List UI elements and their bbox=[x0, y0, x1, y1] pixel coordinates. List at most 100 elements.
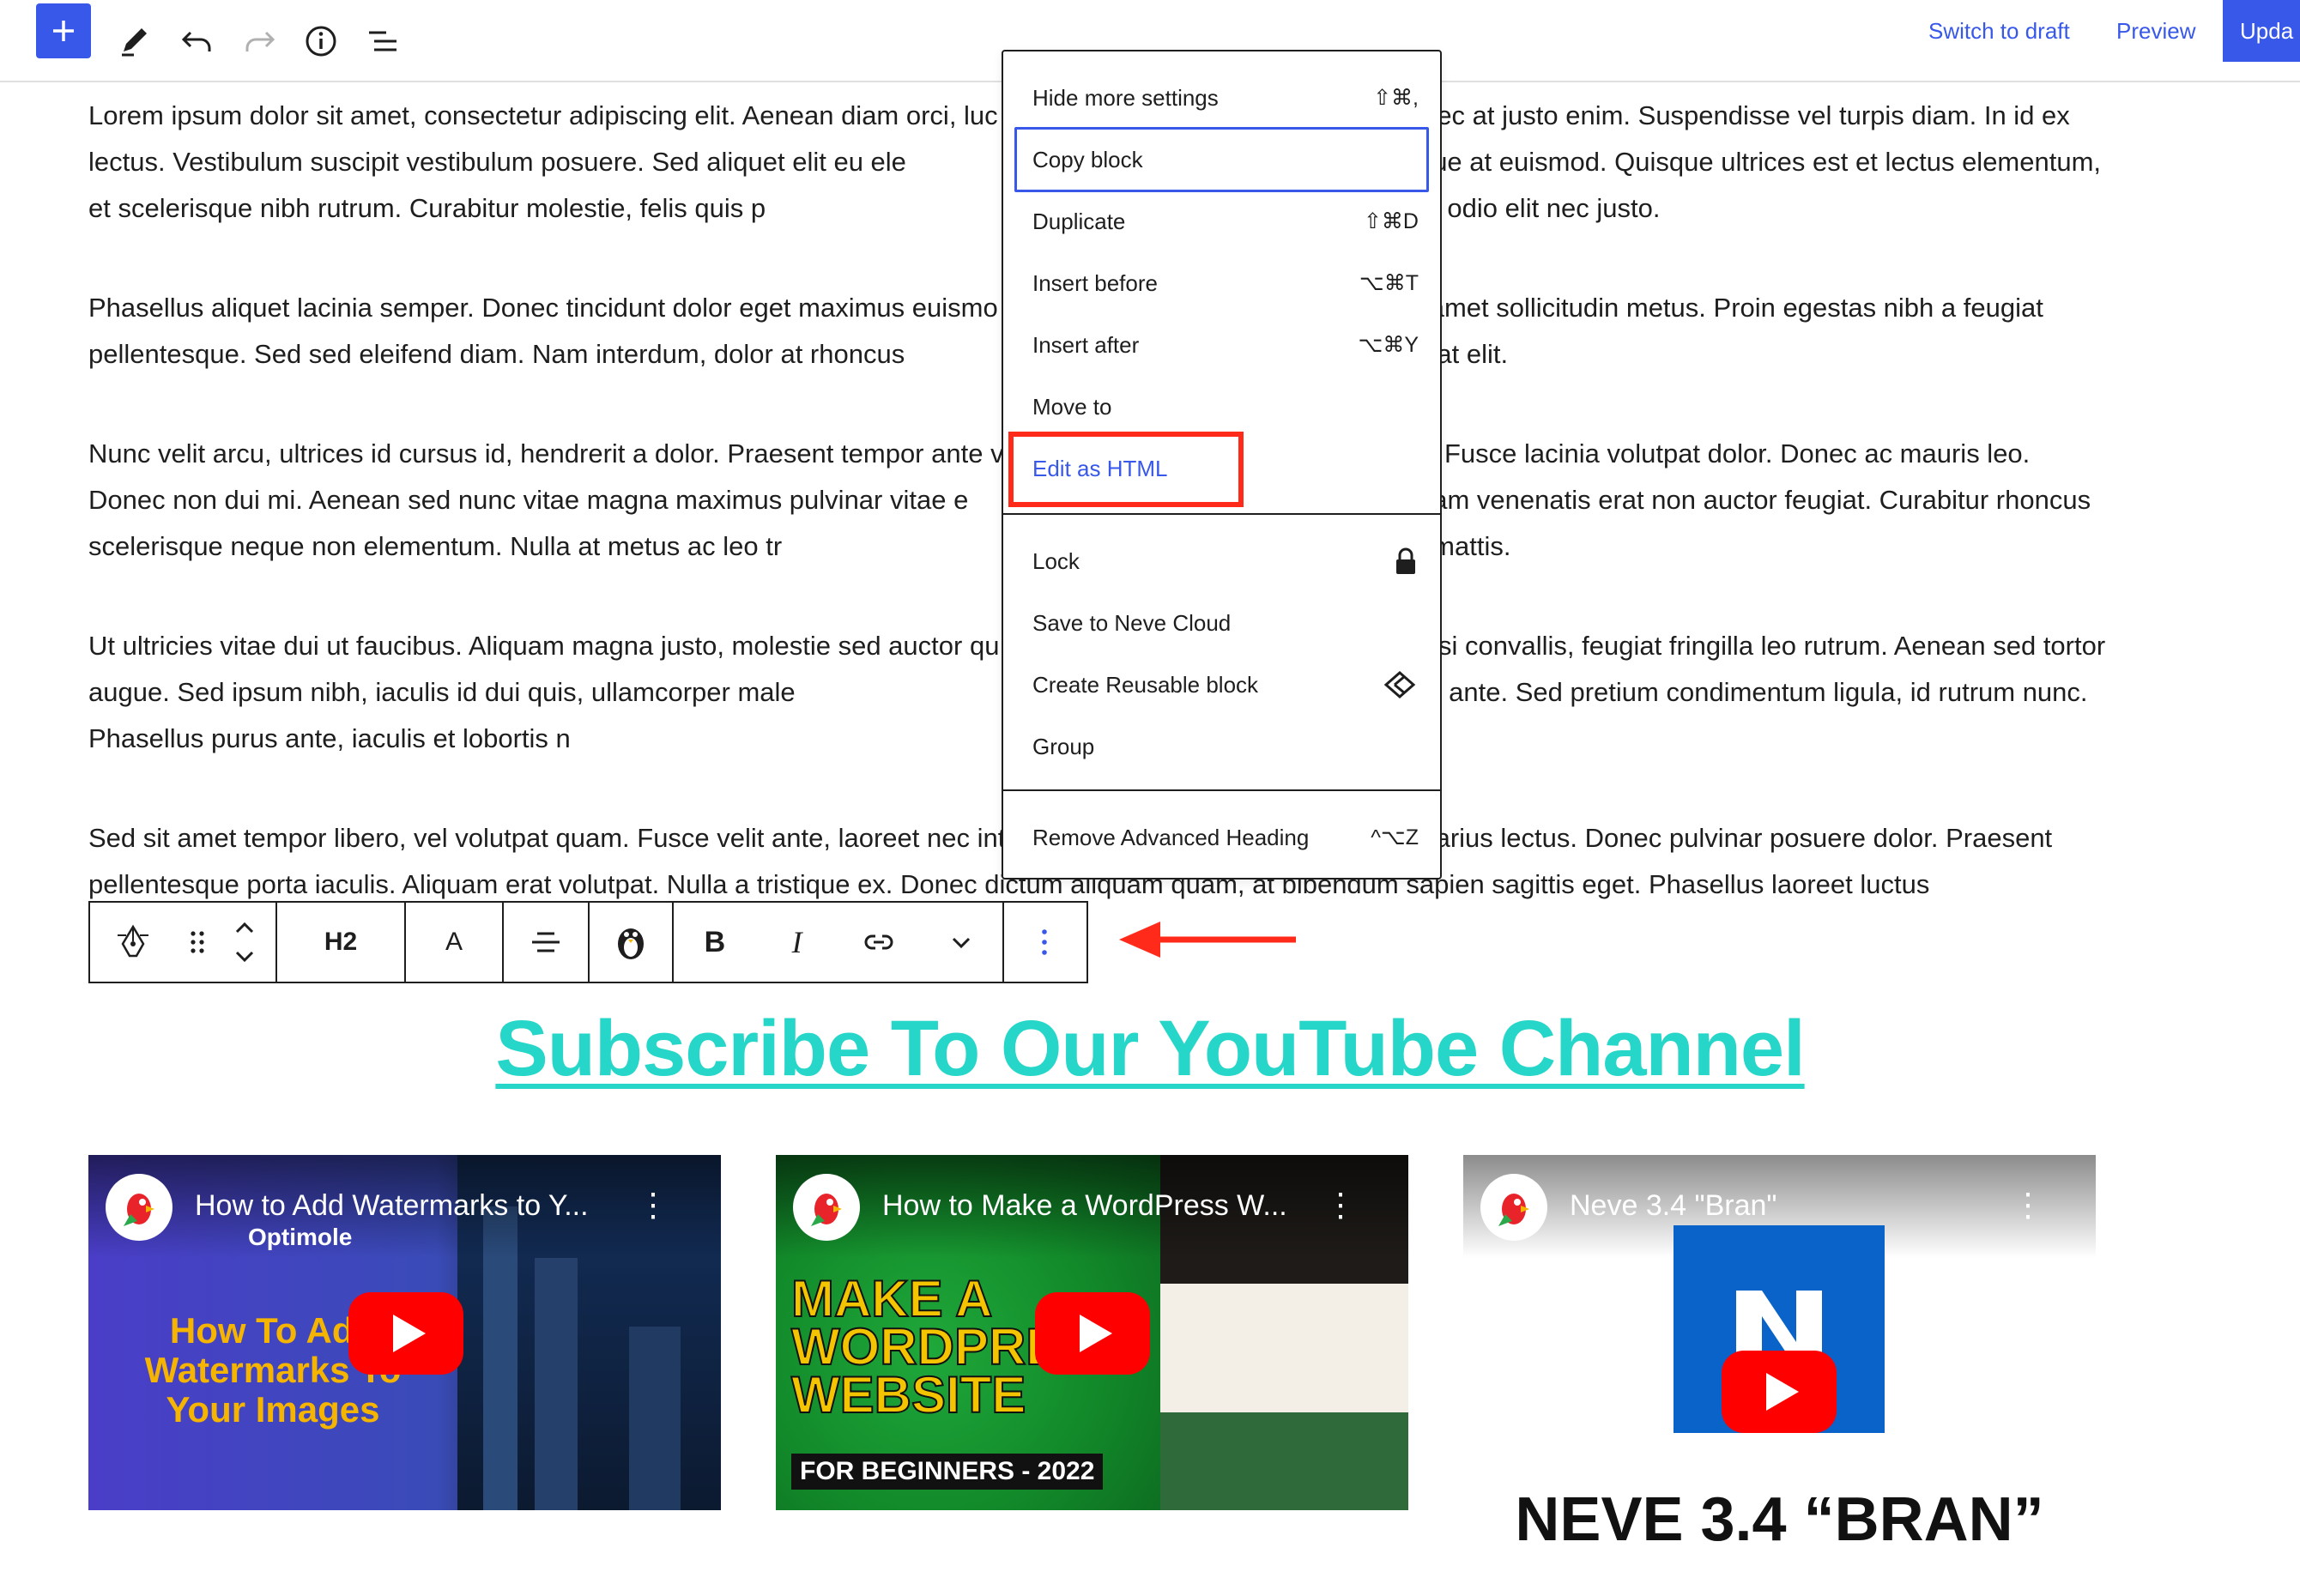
tools-button[interactable] bbox=[103, 10, 165, 72]
video-caption: NEVE 3.4 “BRAN” bbox=[1515, 1485, 2044, 1554]
add-block-button[interactable] bbox=[36, 3, 91, 58]
switch-to-draft-link[interactable]: Switch to draft bbox=[1928, 19, 2070, 43]
plugin-group bbox=[590, 903, 674, 982]
redo-button[interactable] bbox=[228, 10, 290, 72]
chevron-down-icon bbox=[953, 937, 971, 949]
info-icon bbox=[306, 26, 336, 57]
parrot-logo-icon bbox=[1498, 1194, 1529, 1226]
thumbnail-subtext: FOR BEGINNERS - 2022 bbox=[791, 1454, 1104, 1490]
video-menu-icon[interactable]: ⋮ bbox=[1324, 1186, 1357, 1224]
menu-item-remove-block[interactable]: Remove Advanced Heading ^⌥Z bbox=[1032, 820, 1419, 855]
menu-item-insert-after[interactable]: Insert after ⌥⌘Y bbox=[1032, 328, 1419, 362]
menu-item-shortcut: ⇧⌘D bbox=[1363, 209, 1419, 233]
menu-item-label: Lock bbox=[1032, 547, 1080, 574]
play-button-icon[interactable] bbox=[348, 1292, 463, 1375]
menu-item-label: Remove Advanced Heading bbox=[1032, 824, 1310, 850]
link-icon bbox=[864, 934, 893, 950]
channel-avatar[interactable] bbox=[1480, 1174, 1547, 1241]
reusable-block-icon bbox=[1383, 671, 1416, 698]
menu-item-copy-block[interactable]: Copy block bbox=[1032, 142, 1419, 177]
list-view-icon bbox=[369, 31, 396, 51]
text-color-group: A bbox=[406, 903, 504, 982]
menu-item-shortcut: ⌥⌘Y bbox=[1358, 333, 1419, 357]
thumbnail-site-green bbox=[1160, 1412, 1408, 1510]
channel-avatar[interactable] bbox=[106, 1174, 172, 1241]
block-switcher-button[interactable] bbox=[90, 903, 176, 982]
menu-item-move-to[interactable]: Move to bbox=[1032, 390, 1419, 424]
plus-icon bbox=[53, 21, 74, 41]
menu-item-group[interactable]: Group bbox=[1032, 729, 1419, 764]
format-group: B I bbox=[674, 903, 1004, 982]
bold-button[interactable]: B bbox=[674, 903, 756, 982]
video-title[interactable]: How to Add Watermarks to Y... bbox=[195, 1189, 589, 1223]
undo-button[interactable] bbox=[166, 10, 228, 72]
lock-icon bbox=[1396, 547, 1415, 574]
thumbnail-site-light bbox=[1160, 1284, 1408, 1412]
details-button[interactable] bbox=[290, 10, 352, 72]
menu-divider bbox=[1003, 513, 1440, 515]
heading-level-group: H2 bbox=[277, 903, 406, 982]
options-button[interactable] bbox=[1004, 903, 1085, 982]
youtube-embed[interactable]: How to Make a WordPress W... ⋮ MAKE A WO… bbox=[776, 1155, 1408, 1510]
menu-item-create-reusable-block[interactable]: Create Reusable block bbox=[1032, 668, 1419, 702]
undo-icon bbox=[181, 31, 211, 51]
menu-item-duplicate[interactable]: Duplicate ⇧⌘D bbox=[1032, 204, 1419, 239]
vertical-ellipsis-icon bbox=[1042, 929, 1047, 955]
plugin-button[interactable] bbox=[590, 903, 672, 982]
menu-item-hide-more-settings[interactable]: Hide more settings ⇧⌘, bbox=[1032, 81, 1419, 115]
pencil-icon bbox=[122, 28, 147, 57]
menu-item-label: Group bbox=[1032, 733, 1095, 759]
video-menu-icon[interactable]: ⋮ bbox=[2012, 1186, 2044, 1224]
menu-item-lock[interactable]: Lock bbox=[1032, 544, 1419, 578]
advanced-heading[interactable]: Subscribe To Our YouTube Channel bbox=[0, 1004, 2300, 1094]
menu-item-label: Copy block bbox=[1032, 146, 1143, 172]
channel-avatar[interactable] bbox=[793, 1174, 860, 1241]
youtube-embed[interactable]: How to Add Watermarks to Y... Optimole ⋮… bbox=[88, 1155, 721, 1510]
heading-level-button[interactable]: H2 bbox=[277, 903, 404, 982]
parrot-logo-icon bbox=[811, 1194, 842, 1226]
menu-item-label: Create Reusable block bbox=[1032, 671, 1259, 698]
menu-item-shortcut: ⌥⌘T bbox=[1359, 271, 1419, 295]
block-toolbar: H2 A B I bbox=[88, 901, 1088, 983]
update-button[interactable]: Upda bbox=[2223, 0, 2300, 62]
menu-item-label: Duplicate bbox=[1032, 208, 1126, 234]
menu-item-label: Save to Neve Cloud bbox=[1032, 609, 1232, 636]
chevron-up-down-icon bbox=[235, 922, 254, 963]
youtube-embed[interactable]: Neve 3.4 "Bran" ⋮ bbox=[1463, 1155, 2096, 1510]
more-formats-button[interactable] bbox=[920, 903, 1002, 982]
italic-button[interactable]: I bbox=[756, 903, 838, 982]
menu-item-shortcut: ⇧⌘, bbox=[1373, 86, 1419, 110]
highlight-box bbox=[1008, 432, 1244, 507]
align-button[interactable] bbox=[504, 903, 588, 982]
video-menu-icon[interactable]: ⋮ bbox=[637, 1186, 669, 1224]
preview-link[interactable]: Preview bbox=[2116, 19, 2195, 43]
move-up-down-buttons[interactable] bbox=[219, 903, 270, 982]
align-group bbox=[504, 903, 590, 982]
penguin-icon bbox=[618, 928, 644, 959]
play-button-icon[interactable] bbox=[1722, 1351, 1837, 1433]
play-button-icon[interactable] bbox=[1035, 1292, 1150, 1375]
redo-icon bbox=[245, 31, 275, 51]
menu-item-label: Insert before bbox=[1032, 269, 1158, 296]
text-color-button[interactable]: A bbox=[406, 903, 502, 982]
menu-item-label: Insert after bbox=[1032, 331, 1140, 358]
menu-item-shortcut: ^⌥Z bbox=[1371, 825, 1419, 849]
list-view-button[interactable] bbox=[352, 10, 414, 72]
channel-name: Optimole bbox=[248, 1224, 353, 1250]
align-center-icon bbox=[532, 932, 560, 952]
parrot-logo-icon bbox=[124, 1194, 154, 1226]
video-title[interactable]: How to Make a WordPress W... bbox=[882, 1189, 1287, 1223]
drag-handle-icon bbox=[191, 931, 204, 953]
link-button[interactable] bbox=[838, 903, 921, 982]
pen-nib-icon bbox=[118, 924, 148, 958]
video-title[interactable]: Neve 3.4 "Bran" bbox=[1570, 1189, 1777, 1223]
menu-item-insert-before[interactable]: Insert before ⌥⌘T bbox=[1032, 266, 1419, 300]
menu-item-label: Hide more settings bbox=[1032, 84, 1219, 111]
menu-item-save-to-neve-cloud[interactable]: Save to Neve Cloud bbox=[1032, 606, 1419, 640]
options-group bbox=[1004, 903, 1085, 982]
drag-handle[interactable] bbox=[176, 903, 219, 982]
block-type-group bbox=[90, 903, 277, 982]
menu-divider bbox=[1003, 789, 1440, 791]
block-options-menu: Hide more settings ⇧⌘, Copy block Duplica… bbox=[1002, 50, 1442, 880]
arrow-annotation-icon bbox=[1119, 922, 1296, 958]
